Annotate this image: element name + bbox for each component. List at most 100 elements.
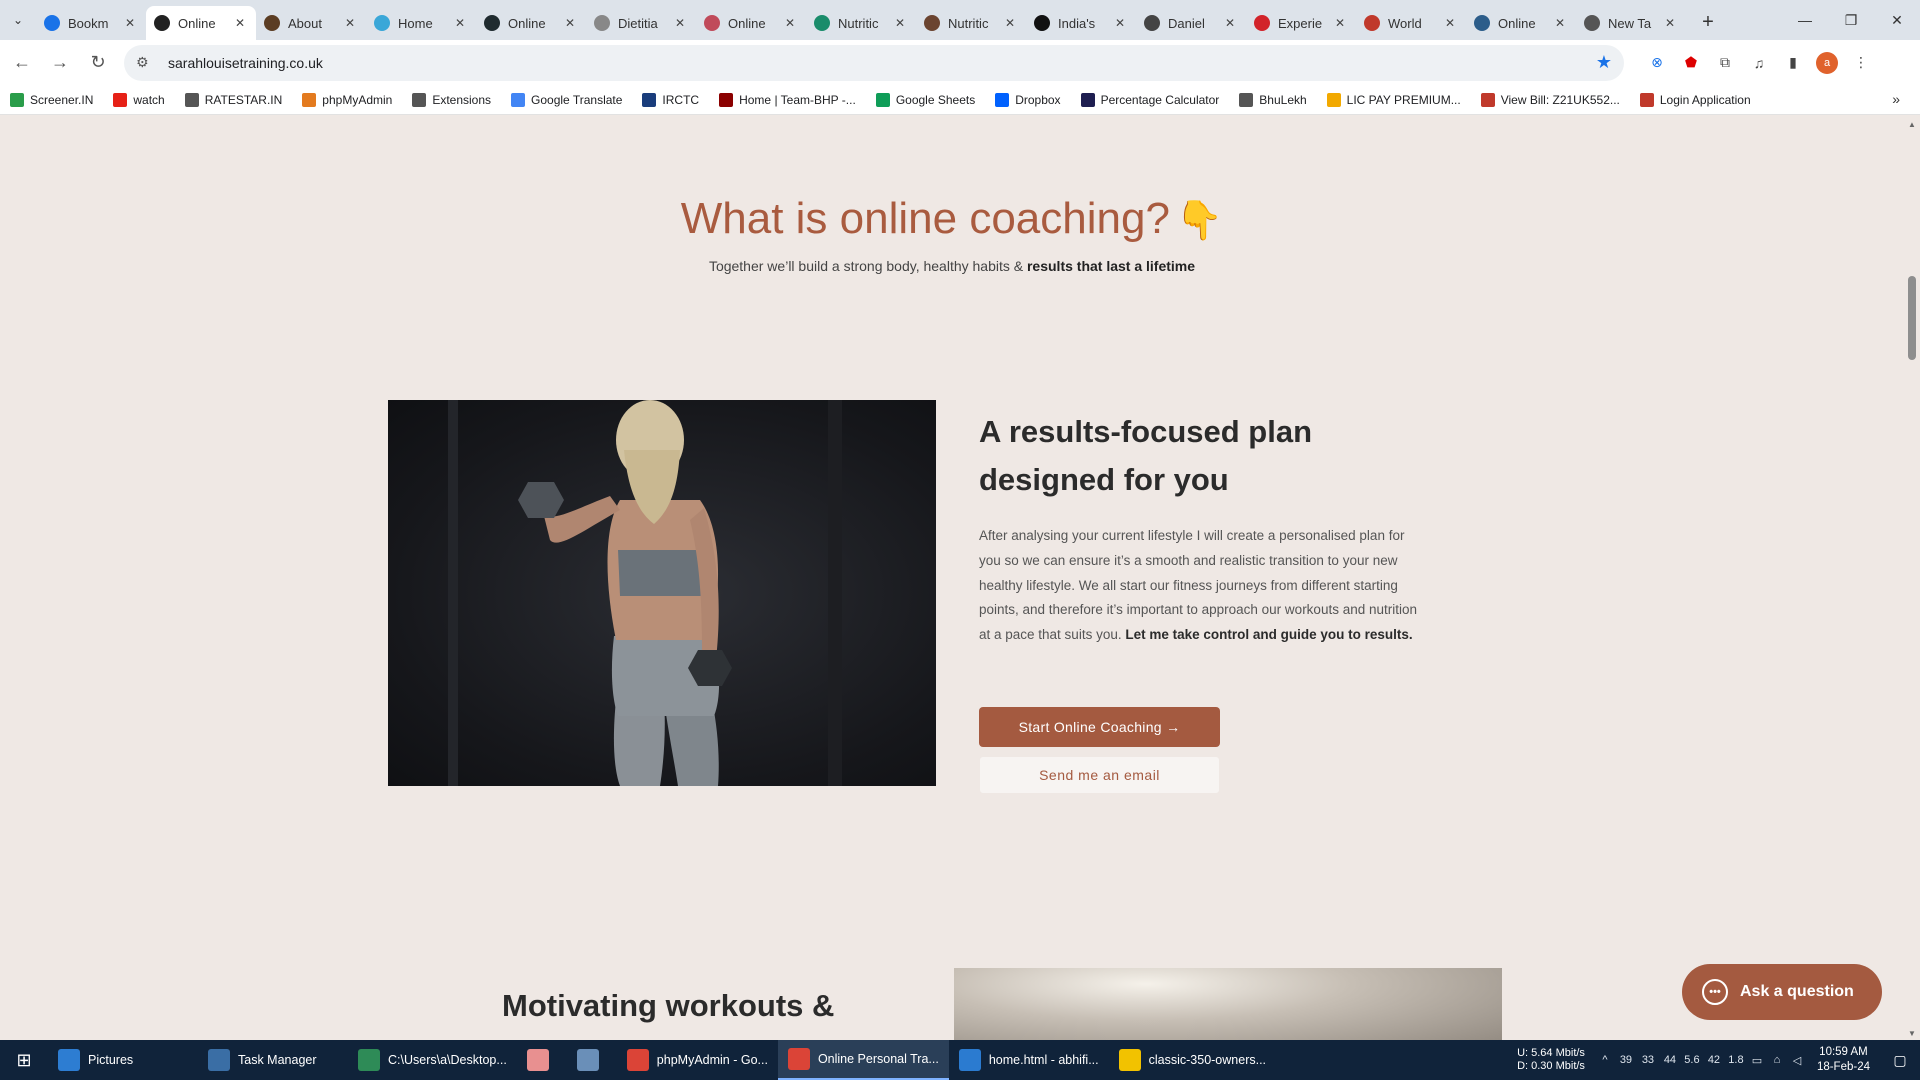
notification-icon[interactable]: ▢ xyxy=(1880,1052,1920,1069)
extension-icon[interactable]: ⊗ xyxy=(1640,46,1674,80)
tray-indicator[interactable]: 39 xyxy=(1615,1054,1637,1066)
tab-title: Experie xyxy=(1278,15,1323,31)
menu-icon[interactable]: ⋮ xyxy=(1844,46,1878,80)
tray-indicator[interactable]: 5.6 xyxy=(1681,1054,1703,1066)
tab-close-icon[interactable]: ✕ xyxy=(1442,16,1458,30)
page-scrollbar[interactable]: ▲ ▼ xyxy=(1904,116,1920,1040)
taskbar-app[interactable]: Task Manager xyxy=(198,1040,348,1080)
tray-indicator[interactable]: 42 xyxy=(1703,1054,1725,1066)
scroll-down-icon[interactable]: ▼ xyxy=(1908,1029,1916,1038)
tab-close-icon[interactable]: ✕ xyxy=(562,16,578,30)
minimize-icon[interactable]: — xyxy=(1782,0,1828,40)
extensions-puzzle-icon[interactable]: ⧉ xyxy=(1708,46,1742,80)
tray-indicator[interactable]: 33 xyxy=(1637,1054,1659,1066)
bookmark-item[interactable]: Dropbox xyxy=(995,92,1061,107)
taskbar-app[interactable] xyxy=(517,1040,567,1080)
tab-close-icon[interactable]: ✕ xyxy=(342,16,358,30)
browser-tab[interactable]: Experie ✕ xyxy=(1246,6,1356,40)
tray-indicator[interactable]: 44 xyxy=(1659,1054,1681,1066)
bookmark-item[interactable]: Home | Team-BHP -... xyxy=(719,92,856,107)
taskbar-app[interactable] xyxy=(567,1040,617,1080)
tab-close-icon[interactable]: ✕ xyxy=(892,16,908,30)
bookmark-item[interactable]: IRCTC xyxy=(642,92,699,107)
browser-tab[interactable]: Bookm ✕ xyxy=(36,6,146,40)
close-window-icon[interactable]: ✕ xyxy=(1874,0,1920,40)
restore-icon[interactable]: ❐ xyxy=(1828,0,1874,40)
volume-icon[interactable]: ◁ xyxy=(1787,1054,1807,1067)
taskbar-app[interactable]: phpMyAdmin - Go... xyxy=(617,1040,778,1080)
tab-close-icon[interactable]: ✕ xyxy=(232,16,248,30)
network-icon[interactable]: ⌂ xyxy=(1767,1054,1787,1066)
new-tab-button[interactable]: + xyxy=(1692,6,1724,38)
bookmark-item[interactable]: View Bill: Z21UK552... xyxy=(1480,92,1620,107)
bookmark-item[interactable]: Extensions xyxy=(412,92,491,107)
clock-time: 10:59 AM xyxy=(1819,1046,1868,1058)
browser-tab[interactable]: Online ✕ xyxy=(476,6,586,40)
tab-close-icon[interactable]: ✕ xyxy=(782,16,798,30)
tray-chevron-icon[interactable]: ^ xyxy=(1595,1054,1615,1066)
tab-close-icon[interactable]: ✕ xyxy=(672,16,688,30)
browser-tab[interactable]: Nutritic ✕ xyxy=(916,6,1026,40)
tab-favicon-icon xyxy=(1254,15,1270,31)
tab-close-icon[interactable]: ✕ xyxy=(1112,16,1128,30)
browser-tab[interactable]: New Ta ✕ xyxy=(1576,6,1686,40)
browser-tab[interactable]: Daniel ✕ xyxy=(1136,6,1246,40)
shield-icon[interactable]: ⬟ xyxy=(1674,46,1708,80)
bookmark-star-icon[interactable]: ★ xyxy=(1596,52,1612,73)
taskbar-app[interactable]: classic-350-owners... xyxy=(1109,1040,1276,1080)
address-bar[interactable]: ⚙ sarahlouisetraining.co.uk ★ xyxy=(124,44,1624,81)
tab-favicon-icon xyxy=(1474,15,1490,31)
scrollbar-thumb[interactable] xyxy=(1908,276,1916,360)
battery-icon[interactable]: ▭ xyxy=(1747,1054,1767,1067)
ask-question-button[interactable]: ••• Ask a question xyxy=(1682,964,1882,1020)
browser-tab[interactable]: Online ✕ xyxy=(1466,6,1576,40)
bookmark-item[interactable]: Login Application xyxy=(1639,92,1751,107)
bookmark-item[interactable]: BhuLekh xyxy=(1239,92,1307,107)
browser-tab[interactable]: World ✕ xyxy=(1356,6,1466,40)
tab-close-icon[interactable]: ✕ xyxy=(122,16,138,30)
tab-close-icon[interactable]: ✕ xyxy=(452,16,468,30)
send-email-button[interactable]: Send me an email xyxy=(979,756,1220,794)
browser-tab[interactable]: Online ✕ xyxy=(146,6,256,40)
tab-close-icon[interactable]: ✕ xyxy=(1222,16,1238,30)
bookmark-item[interactable]: Google Sheets xyxy=(875,92,975,107)
tab-search-icon[interactable]: ⌄ xyxy=(0,0,36,40)
browser-tab[interactable]: Home ✕ xyxy=(366,6,476,40)
tab-close-icon[interactable]: ✕ xyxy=(1332,16,1348,30)
browser-tab[interactable]: Online ✕ xyxy=(696,6,806,40)
tray-indicator[interactable]: 1.8 xyxy=(1725,1054,1747,1066)
windows-start-icon[interactable]: ⊞ xyxy=(0,1040,48,1080)
side-panel-icon[interactable]: ▮ xyxy=(1776,46,1810,80)
taskbar-app[interactable]: C:\Users\a\Desktop... xyxy=(348,1040,517,1080)
tab-title: Online xyxy=(1498,15,1536,31)
taskbar-app[interactable]: Pictures xyxy=(48,1040,198,1080)
bookmark-item[interactable]: Google Translate xyxy=(511,92,622,107)
tab-close-icon[interactable]: ✕ xyxy=(1552,16,1568,30)
bookmark-item[interactable]: RATESTAR.IN xyxy=(184,92,282,107)
back-icon[interactable]: ← xyxy=(6,47,38,79)
browser-tab[interactable]: Nutritic ✕ xyxy=(806,6,916,40)
site-info-icon[interactable]: ⚙ xyxy=(136,54,158,71)
forward-icon[interactable]: → xyxy=(44,47,76,79)
url-text[interactable]: sarahlouisetraining.co.uk xyxy=(158,55,1596,71)
media-controls-icon[interactable]: ♫ xyxy=(1742,46,1776,80)
bookmarks-more-icon[interactable]: » xyxy=(1892,91,1900,107)
profile-avatar[interactable]: a xyxy=(1810,46,1844,80)
browser-tab[interactable]: About ✕ xyxy=(256,6,366,40)
taskbar-app[interactable]: Online Personal Tra... xyxy=(777,1040,949,1080)
reload-icon[interactable]: ↻ xyxy=(82,47,114,79)
bookmark-item[interactable]: Screener.IN xyxy=(10,92,93,107)
bookmark-item[interactable]: phpMyAdmin xyxy=(302,92,392,107)
bookmark-item[interactable]: watch xyxy=(113,92,165,107)
tab-close-icon[interactable]: ✕ xyxy=(1002,16,1018,30)
taskbar-app-icon xyxy=(626,1049,649,1071)
start-online-coaching-button[interactable]: Start Online Coaching → xyxy=(979,707,1220,747)
tab-close-icon[interactable]: ✕ xyxy=(1662,16,1678,30)
taskbar-app[interactable]: home.html - abhifi... xyxy=(949,1040,1109,1080)
browser-tab[interactable]: Dietitia ✕ xyxy=(586,6,696,40)
clock[interactable]: 10:59 AM 18-Feb-24 xyxy=(1817,1045,1870,1075)
bookmark-item[interactable]: LIC PAY PREMIUM... xyxy=(1326,92,1461,107)
scroll-up-icon[interactable]: ▲ xyxy=(1908,120,1916,129)
bookmark-item[interactable]: Percentage Calculator xyxy=(1080,92,1219,107)
browser-tab[interactable]: India's ✕ xyxy=(1026,6,1136,40)
